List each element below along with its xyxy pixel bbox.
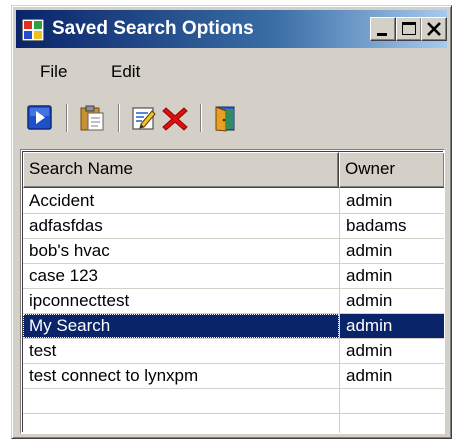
app-icon: [21, 18, 45, 42]
maximize-icon: [402, 22, 416, 35]
window-title: Saved Search Options: [52, 18, 254, 39]
edit-button[interactable]: [130, 104, 158, 132]
owner-cell: admin: [339, 239, 444, 263]
row-divider: [23, 413, 444, 414]
list-item[interactable]: test admin: [23, 339, 444, 363]
edit-icon: [132, 107, 156, 130]
exit-door-icon: [215, 106, 235, 132]
close-icon: [427, 22, 441, 36]
list-item[interactable]: case 123 admin: [23, 264, 444, 288]
toolbar: [16, 90, 447, 146]
run-search-button[interactable]: [26, 104, 54, 132]
list-item[interactable]: ipconnecttest admin: [23, 289, 444, 313]
search-name-cell: bob's hvac: [29, 241, 110, 260]
toolbar-separator: [118, 104, 120, 132]
paste-button[interactable]: [78, 104, 106, 132]
owner-cell: admin: [339, 289, 444, 313]
column-header-search-name[interactable]: Search Name: [23, 152, 339, 188]
row-divider: [23, 388, 444, 389]
search-name-cell: test: [29, 341, 57, 360]
minimize-button[interactable]: [370, 17, 396, 41]
search-name-cell: Accident: [29, 191, 95, 210]
owner-cell: badams: [339, 214, 444, 238]
saved-searches-list[interactable]: Search Name Owner Accident admin adfasfd…: [20, 149, 445, 434]
list-item[interactable]: adfasfdas badams: [23, 214, 444, 238]
run-icon: [27, 105, 52, 130]
close-button[interactable]: [421, 17, 447, 41]
search-name-cell: ipconnecttest: [29, 291, 130, 310]
menu-edit[interactable]: Edit: [111, 60, 140, 84]
minimize-icon: [377, 33, 387, 36]
menu-file[interactable]: File: [40, 60, 67, 84]
clipboard-icon: [80, 105, 104, 131]
owner-cell: admin: [339, 364, 444, 388]
title-bar[interactable]: Saved Search Options: [16, 10, 447, 48]
search-name-cell: test connect to lynxpm: [29, 366, 199, 385]
maximize-button[interactable]: [396, 17, 422, 41]
owner-cell: admin: [339, 189, 444, 213]
list-item[interactable]: test connect to lynxpm admin: [23, 364, 444, 388]
toolbar-separator: [200, 104, 202, 132]
column-header-owner[interactable]: Owner: [339, 152, 444, 188]
owner-cell: admin: [339, 264, 444, 288]
delete-button[interactable]: [161, 104, 189, 132]
toolbar-separator: [66, 104, 68, 132]
exit-button[interactable]: [212, 104, 240, 132]
search-name-cell: adfasfdas: [29, 216, 103, 235]
delete-icon: [162, 107, 188, 131]
list-item[interactable]: Accident admin: [23, 189, 444, 213]
owner-cell: admin: [339, 314, 444, 338]
search-name-cell: My Search: [23, 314, 339, 338]
owner-cell: admin: [339, 339, 444, 363]
search-name-cell: case 123: [29, 266, 98, 285]
saved-search-options-window: Saved Search Options File Edit Search Na…: [11, 5, 452, 439]
list-item[interactable]: bob's hvac admin: [23, 239, 444, 263]
list-item-selected[interactable]: My Search admin: [23, 314, 444, 338]
menu-bar: File Edit: [16, 54, 447, 90]
